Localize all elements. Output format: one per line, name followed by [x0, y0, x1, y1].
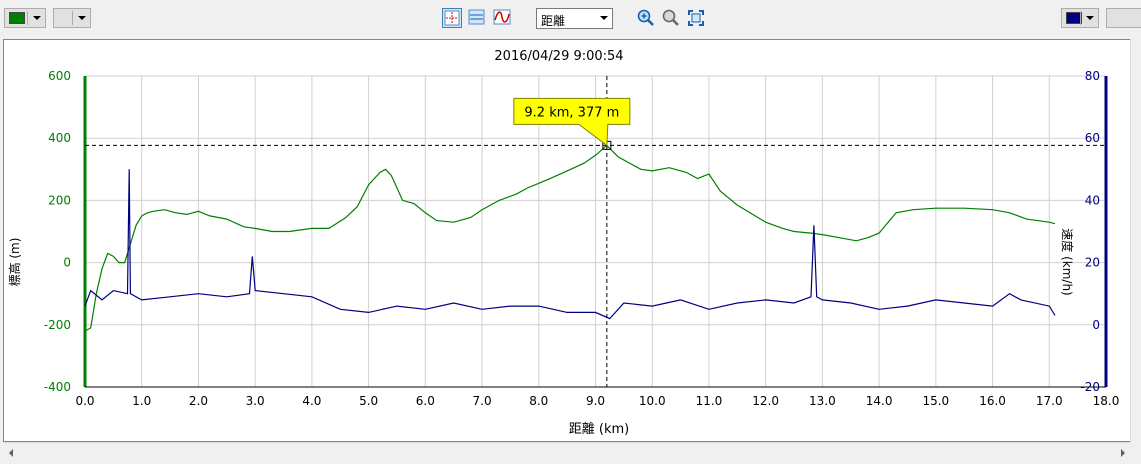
x-tick-label: 11.0 — [696, 394, 723, 408]
left-series-dropdown[interactable] — [53, 8, 91, 28]
right-tick-label: 40 — [1085, 193, 1100, 207]
fit-icon — [688, 10, 704, 26]
x-tick-label: 12.0 — [752, 394, 779, 408]
scroll-left-icon[interactable] — [9, 449, 13, 457]
zoom-in-button[interactable] — [636, 8, 656, 28]
chevron-down-icon — [600, 16, 608, 20]
xaxis-select-value: 距離 — [541, 14, 566, 28]
left-color-picker[interactable] — [4, 8, 46, 28]
hlines-icon — [468, 9, 485, 25]
left-tick-label: -200 — [44, 318, 71, 332]
series-layer — [84, 144, 1056, 332]
x-tick-label: 7.0 — [473, 394, 492, 408]
hlines-button[interactable] — [467, 8, 487, 28]
chevron-down-icon — [78, 16, 86, 20]
separator — [72, 11, 73, 25]
chart[interactable]: 0.0 1.0 2.0 3.0 4.0 5.0 6.0 7.0 8.0 9.0 10.0 11.0 12… — [4, 40, 1130, 441]
xaxis-select[interactable]: 距離 — [536, 8, 613, 29]
right-tick-label: 60 — [1085, 131, 1100, 145]
right-axis-label: 速度 (km/h) — [1060, 228, 1075, 295]
smooth-button[interactable] — [492, 8, 512, 28]
left-axis-label: 標高 (m) — [7, 238, 22, 287]
chevron-down-icon — [33, 16, 41, 20]
x-tick-label: 10.0 — [639, 394, 666, 408]
left-tick-label: 0 — [63, 256, 71, 270]
scroll-right-icon[interactable] — [1121, 449, 1125, 457]
x-tick-label: 1.0 — [132, 394, 151, 408]
x-tick-label: 3.0 — [246, 394, 265, 408]
right-tick-label: 20 — [1085, 256, 1100, 270]
x-tick-label: 18.0 — [1093, 394, 1120, 408]
chart-title: 2016/04/29 9:00:54 — [494, 49, 623, 64]
x-axis-label: 距離 (km) — [569, 422, 629, 437]
x-tick-label: 6.0 — [416, 394, 435, 408]
zoom-out-button[interactable] — [661, 8, 681, 28]
right-series-dropdown[interactable] — [1106, 8, 1141, 28]
smooth-curve-icon — [493, 9, 511, 25]
left-tick-label: 200 — [48, 193, 71, 207]
speed-series-line — [84, 169, 1056, 320]
fit-button[interactable] — [686, 8, 706, 28]
left-tick-label: -400 — [44, 380, 71, 394]
chevron-down-icon — [1086, 16, 1094, 20]
zoom-in-icon — [637, 9, 654, 26]
left-tick-label: 400 — [48, 131, 71, 145]
x-tick-label: 2.0 — [189, 394, 208, 408]
separator — [1080, 11, 1081, 25]
x-tick-label: 0.0 — [75, 394, 94, 408]
crosshair-icon — [444, 10, 460, 26]
right-tick-label: 0 — [1092, 318, 1100, 332]
x-tick-label: 4.0 — [302, 394, 321, 408]
cursor-tooltip-label: 9.2 km, 377 m — [524, 105, 619, 120]
crosshair-button[interactable] — [442, 8, 462, 28]
x-tick-label: 5.0 — [359, 394, 378, 408]
separator — [27, 11, 28, 25]
horizontal-scrollbar[interactable] — [3, 442, 1131, 462]
toolbar: 距離 — [0, 0, 1141, 38]
right-tick-label: 80 — [1085, 69, 1100, 83]
left-tick-label: 600 — [48, 69, 71, 83]
chart-frame: 0.0 1.0 2.0 3.0 4.0 5.0 6.0 7.0 8.0 9.0 10.0 11.0 12… — [3, 39, 1131, 442]
elevation-series-line — [84, 144, 1056, 332]
x-tick-label: 8.0 — [529, 394, 548, 408]
x-tick-label: 17.0 — [1036, 394, 1063, 408]
x-tick-label: 16.0 — [979, 394, 1006, 408]
x-tick-label: 13.0 — [809, 394, 836, 408]
left-color-swatch — [9, 12, 25, 24]
zoom-out-icon — [662, 9, 679, 26]
right-color-picker[interactable] — [1061, 8, 1099, 28]
vertical-scrollbar[interactable] — [1130, 39, 1141, 442]
x-tick-label: 9.0 — [586, 394, 605, 408]
x-tick-label: 14.0 — [866, 394, 893, 408]
x-tick-label: 15.0 — [922, 394, 949, 408]
